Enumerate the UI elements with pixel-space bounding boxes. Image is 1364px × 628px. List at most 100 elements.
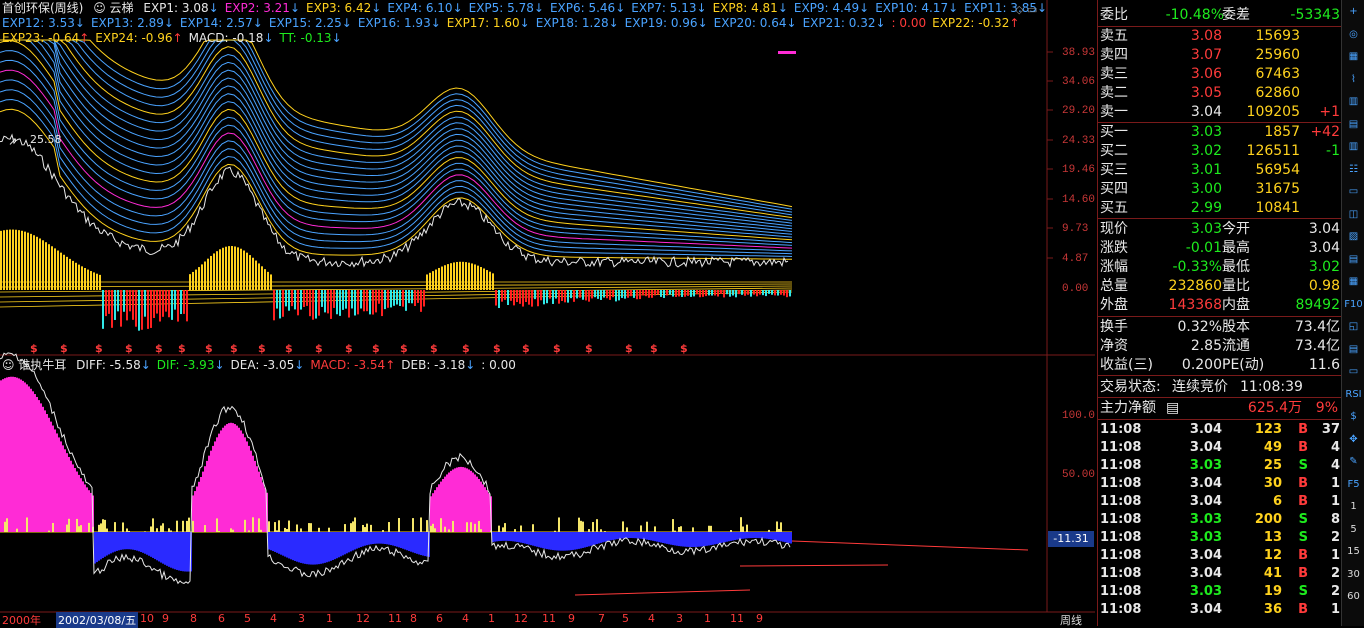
exp-legend-7: EXP8: 4.81↓ [713, 1, 788, 15]
sub-area-bar [250, 451, 252, 532]
sub-area-bar [578, 532, 580, 549]
signal-dollar-icon: $ [230, 342, 238, 355]
sub-yellow-bar [596, 519, 598, 532]
histogram-bar [105, 290, 107, 316]
sub-area-bar [714, 532, 716, 544]
sub-area-bar [472, 473, 474, 532]
stat-value: 3.04 [1309, 220, 1340, 239]
toolbar-button[interactable]: 60 [1344, 588, 1363, 606]
chart-nav-icons[interactable]: ◇ ▭ [1015, 3, 1037, 16]
stock-title[interactable]: 首创环保(周线) [2, 1, 83, 15]
histogram-bar [318, 290, 320, 316]
time-axis-label: 1 [704, 612, 711, 625]
histogram-bar [189, 274, 191, 290]
toolbar-button[interactable]: ◎ [1344, 26, 1363, 44]
toolbar-button[interactable]: ▥ [1344, 93, 1363, 111]
toolbar-button[interactable]: 5 [1344, 521, 1363, 539]
tick-side: B [1298, 439, 1308, 457]
sub-area-bar [716, 532, 718, 544]
toolbar-button[interactable]: ▤ [1344, 116, 1363, 134]
exp-legend-4-label: EXP5: 5.78 [469, 1, 534, 15]
histogram-bar [321, 290, 323, 307]
toolbar-button[interactable]: ▤ [1344, 341, 1363, 359]
histogram-bar [630, 290, 632, 296]
toolbar-button[interactable]: ▦ [1344, 273, 1363, 291]
sub-area-bar [730, 532, 732, 541]
tick-side: B [1298, 547, 1308, 565]
sub-area-bar [142, 532, 144, 553]
toolbar-button[interactable]: ▨ [1344, 228, 1363, 246]
toolbar-button[interactable]: ⌇ [1344, 71, 1363, 89]
main-legend-row3: EXP23: -0.64↑EXP24: -0.96↑MACD: -0.18↓TT… [2, 30, 354, 46]
tick-count: 1 [1331, 493, 1340, 511]
histogram-bar [339, 290, 341, 316]
exp-legend-10: : 0.00 [892, 16, 927, 30]
sub-area-bar [576, 532, 578, 549]
toolbar-button[interactable]: 30 [1344, 566, 1363, 584]
toolbar-button[interactable]: + [1344, 3, 1363, 21]
sub-area-bar [146, 532, 148, 555]
tick-row: 11:083.0313S2 [1098, 529, 1342, 547]
toolbar-button[interactable]: RSI [1344, 386, 1363, 404]
toolbar-button[interactable]: ▤ [1344, 251, 1363, 269]
chart-area[interactable]: 首创环保(周线) ☺ 云梯 EXP1: 3.08↓EXP2: 3.21↓EXP3… [0, 0, 1095, 626]
sub-area-bar [232, 423, 234, 532]
sub-current-value: -11.31 [1048, 531, 1094, 547]
toolbar-button[interactable]: $ [1344, 408, 1363, 426]
histogram-bar [612, 290, 614, 297]
exp-legend-8: EXP9: 4.49↓ [794, 1, 869, 15]
sub-yellow-bar [252, 517, 254, 532]
sub-area-bar [126, 532, 128, 549]
exp-legend-0-label: EXP23: -0.64 [2, 31, 79, 45]
histogram-bar [204, 262, 206, 290]
sub-area-bar [424, 532, 426, 556]
histogram-bar [513, 290, 515, 305]
sub-area-bar [56, 433, 58, 532]
toolbar-button[interactable]: ◫ [1344, 206, 1363, 224]
exp-legend-1: EXP24: -0.96↑ [95, 31, 182, 45]
chart-canvas[interactable] [0, 0, 1095, 626]
histogram-bar [762, 290, 764, 295]
tick-time: 11:08 [1100, 529, 1141, 547]
trade-time: 11:08:39 [1240, 378, 1303, 397]
histogram-bar [738, 290, 740, 294]
exp-legend-3-label: EXP15: 2.25 [269, 16, 342, 30]
sub-area-bar [130, 532, 132, 549]
histogram-bar [300, 290, 302, 310]
toolbar-button[interactable]: ▥ [1344, 138, 1363, 156]
sub-area-bar [618, 532, 620, 539]
histogram-bar [360, 290, 362, 308]
sub-area-bar [684, 532, 686, 547]
histogram-bar [18, 230, 20, 290]
histogram-bar [276, 290, 278, 309]
toolbar-button[interactable]: ▭ [1344, 363, 1363, 381]
sub-area-bar [388, 532, 390, 545]
histogram-bar [690, 290, 692, 297]
toolbar-button[interactable]: ✎ [1344, 453, 1363, 471]
sub-indicator-name-text: 谁执牛耳 [18, 358, 66, 372]
tick-time: 11:08 [1100, 601, 1141, 619]
sub-yellow-bar [582, 522, 584, 532]
exp-legend-2-label: EXP3: 6.42 [306, 1, 371, 15]
toolbar-button[interactable]: 1 [1344, 498, 1363, 516]
sub-area-bar [442, 479, 444, 532]
toolbar-button[interactable]: F10 [1344, 296, 1363, 314]
toolbar-button[interactable]: ▭ [1344, 183, 1363, 201]
toolbar-button[interactable]: ◱ [1344, 318, 1363, 336]
histogram-bar [96, 274, 98, 290]
toolbar-button[interactable]: ☷ [1344, 161, 1363, 179]
toolbar-button[interactable]: 15 [1344, 543, 1363, 561]
toolbar-button[interactable]: F5 [1344, 476, 1363, 494]
toolbar-button[interactable]: ▦ [1344, 48, 1363, 66]
sub-area-bar [384, 532, 386, 544]
tick-price: 3.04 [1190, 601, 1222, 619]
sub-area-bar [132, 532, 134, 550]
sub-yellow-bar [278, 520, 280, 532]
exp-legend-6-label: EXP7: 5.13 [631, 1, 696, 15]
sub-yellow-bar [268, 521, 270, 532]
toolbar-button[interactable]: ✥ [1344, 431, 1363, 449]
sub-yellow-bar [152, 518, 154, 532]
sub-yellow-bar [580, 521, 582, 532]
sub-area-bar [150, 532, 152, 557]
sub-area-bar [186, 532, 188, 572]
